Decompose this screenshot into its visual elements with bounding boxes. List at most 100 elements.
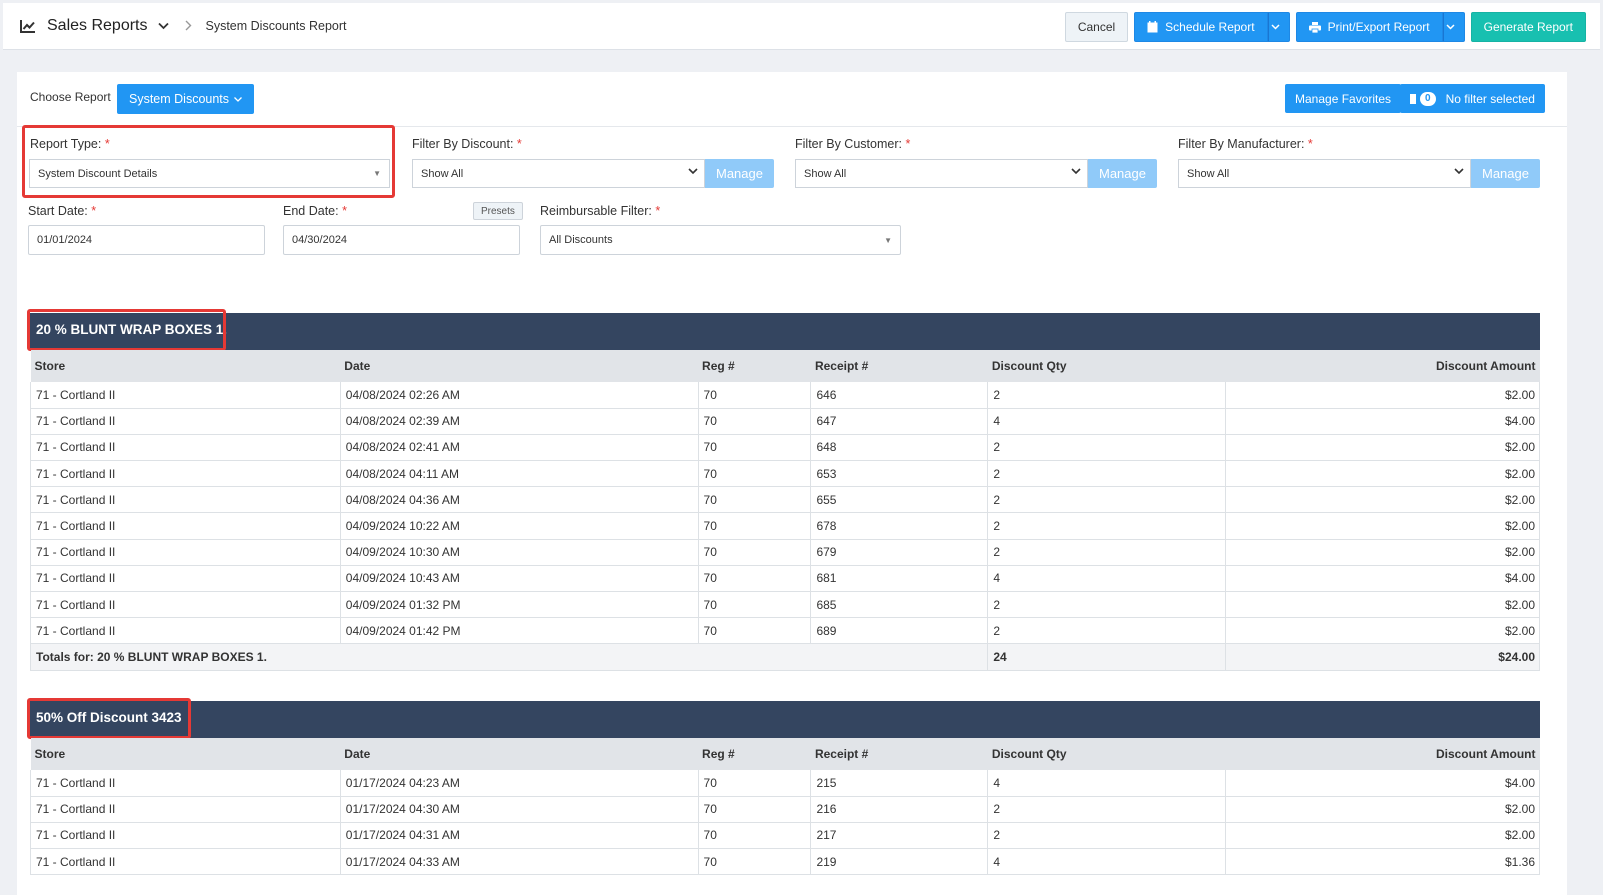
amount-cell: $2.00 xyxy=(1225,591,1540,619)
reimbursable-filter-select[interactable]: All Discounts ▼ xyxy=(540,225,901,255)
manage-manufacturer-button[interactable]: Manage xyxy=(1471,159,1540,188)
end-date-input[interactable]: 04/30/2024 xyxy=(283,225,520,255)
filter-status-text: No filter selected xyxy=(1445,91,1535,106)
top-bar: Sales Reports System Discounts Report Ca… xyxy=(3,3,1600,50)
reg-cell: 70 xyxy=(698,565,812,593)
cancel-button[interactable]: Cancel xyxy=(1064,12,1129,42)
totals-row: Totals for: 20 % BLUNT WRAP BOXES 1. 24 $2… xyxy=(29,643,1540,671)
group-title: 50% Off Discount 3423 xyxy=(36,710,182,725)
store-cell: 71 - Cortland II xyxy=(30,486,341,514)
amount-cell: $2.00 xyxy=(1225,512,1540,540)
date-cell: 01/17/2024 04:33 AM xyxy=(340,848,699,876)
receipt-cell: 653 xyxy=(810,460,989,488)
table-row: 71 - Cortland II 04/08/2024 04:36 AM 70 655… xyxy=(30,486,1540,514)
column-header[interactable]: Discount Qty xyxy=(987,738,1226,770)
table-row: 71 - Cortland II 04/08/2024 02:26 AM 70 646… xyxy=(30,382,1540,409)
receipt-cell: 647 xyxy=(810,408,989,435)
choose-report-dropdown[interactable]: System Discounts xyxy=(117,84,255,114)
reg-cell: 70 xyxy=(698,408,812,435)
column-header[interactable]: Reg # xyxy=(698,738,811,770)
table-row: 71 - Cortland II 01/17/2024 04:31 AM 70 217… xyxy=(30,822,1540,850)
schedule-report-label: Schedule Report xyxy=(1165,20,1255,34)
qty-cell: 2 xyxy=(987,539,1227,566)
qty-cell: 4 xyxy=(987,408,1227,435)
manage-favorites-button[interactable]: Manage Favorites xyxy=(1285,84,1402,113)
reg-cell: 70 xyxy=(698,591,812,619)
column-header[interactable]: Discount Qty xyxy=(987,350,1226,382)
qty-cell: 2 xyxy=(987,382,1227,409)
column-header[interactable]: Reg # xyxy=(698,350,811,382)
date-cell: 01/17/2024 04:23 AM xyxy=(340,770,699,797)
column-header[interactable]: Receipt # xyxy=(810,350,988,382)
date-cell: 01/17/2024 04:31 AM xyxy=(340,822,699,850)
manufacturer-filter-select[interactable]: Show All xyxy=(1178,159,1471,188)
chevron-right-icon xyxy=(185,18,192,34)
divider xyxy=(17,126,1567,127)
column-header[interactable]: Discount Amount xyxy=(1225,350,1540,382)
discount-table: Store Date Reg # Receipt # Discount Qty … xyxy=(30,738,1540,876)
column-header[interactable]: Date xyxy=(340,738,699,770)
table-row: 71 - Cortland II 01/17/2024 04:33 AM 70 219… xyxy=(30,848,1540,876)
schedule-dropdown-button[interactable] xyxy=(1267,12,1290,42)
qty-cell: 2 xyxy=(987,822,1227,850)
amount-cell: $2.00 xyxy=(1225,434,1540,462)
date-cell: 04/09/2024 01:42 PM xyxy=(340,617,699,645)
caret-down-icon: ▼ xyxy=(373,169,381,178)
receipt-cell: 219 xyxy=(810,848,989,876)
reg-cell: 70 xyxy=(698,539,812,566)
table-row: 71 - Cortland II 04/08/2024 04:11 AM 70 653… xyxy=(30,460,1540,488)
reg-cell: 70 xyxy=(698,822,812,850)
customer-filter-select[interactable]: Show All xyxy=(795,159,1088,188)
reg-cell: 70 xyxy=(698,770,812,797)
group-title: 20 % BLUNT WRAP BOXES 1. xyxy=(36,322,228,337)
print-dropdown-button[interactable] xyxy=(1442,12,1465,42)
qty-cell: 2 xyxy=(987,591,1227,619)
store-cell: 71 - Cortland II xyxy=(30,382,341,409)
chevron-down-icon[interactable] xyxy=(157,19,169,33)
reg-cell: 70 xyxy=(698,617,812,645)
group-header: 50% Off Discount 3423 xyxy=(30,701,1540,738)
choose-report-value: System Discounts xyxy=(129,92,230,106)
chevron-down-icon xyxy=(1271,24,1280,30)
totals-amount: $24.00 xyxy=(1225,643,1540,671)
start-date-input[interactable]: 01/01/2024 xyxy=(28,225,265,255)
presets-button[interactable]: Presets xyxy=(473,202,523,220)
generate-report-button[interactable]: Generate Report xyxy=(1470,12,1586,42)
amount-cell: $2.00 xyxy=(1225,382,1540,409)
report-type-select[interactable]: System Discount Details ▼ xyxy=(29,159,390,188)
column-header[interactable]: Discount Amount xyxy=(1225,738,1540,770)
totals-qty: 24 xyxy=(987,643,1226,671)
chevron-down-icon xyxy=(688,168,698,175)
schedule-report-button[interactable]: Schedule Report xyxy=(1134,12,1268,42)
receipt-cell: 648 xyxy=(810,434,989,462)
reg-cell: 70 xyxy=(698,382,812,409)
receipt-cell: 685 xyxy=(810,591,989,619)
column-header[interactable]: Date xyxy=(340,350,699,382)
discount-filter-select[interactable]: Show All xyxy=(412,159,705,188)
table-row: 71 - Cortland II 04/09/2024 01:42 PM 70 689… xyxy=(30,617,1540,645)
end-date-label: End Date: * xyxy=(283,204,347,218)
chart-line-icon xyxy=(19,17,37,35)
filter-status-button[interactable]: 0 No filter selected xyxy=(1400,84,1545,113)
table-body: 71 - Cortland II 01/17/2024 04:23 AM 70 215… xyxy=(30,770,1540,876)
store-cell: 71 - Cortland II xyxy=(30,848,341,876)
manage-customer-button[interactable]: Manage xyxy=(1088,159,1157,188)
start-date-label: Start Date: * xyxy=(28,204,97,218)
column-header[interactable]: Receipt # xyxy=(810,738,988,770)
qty-cell: 4 xyxy=(987,565,1227,593)
qty-cell: 2 xyxy=(987,486,1227,514)
table-row: 71 - Cortland II 04/09/2024 10:22 AM 70 678… xyxy=(30,512,1540,540)
column-header[interactable]: Store xyxy=(30,350,341,382)
store-cell: 71 - Cortland II xyxy=(30,460,341,488)
report-type-label: Report Type: * xyxy=(30,137,110,151)
column-header[interactable]: Store xyxy=(30,738,341,770)
date-cell: 04/08/2024 02:26 AM xyxy=(340,382,699,409)
amount-cell: $2.00 xyxy=(1225,460,1540,488)
qty-cell: 2 xyxy=(987,512,1227,540)
manage-discount-button[interactable]: Manage xyxy=(705,159,774,188)
discount-filter-label: Filter By Discount: * xyxy=(412,137,522,151)
store-cell: 71 - Cortland II xyxy=(30,408,341,435)
print-export-button[interactable]: Print/Export Report xyxy=(1295,12,1443,42)
qty-cell: 2 xyxy=(987,460,1227,488)
reg-cell: 70 xyxy=(698,486,812,514)
